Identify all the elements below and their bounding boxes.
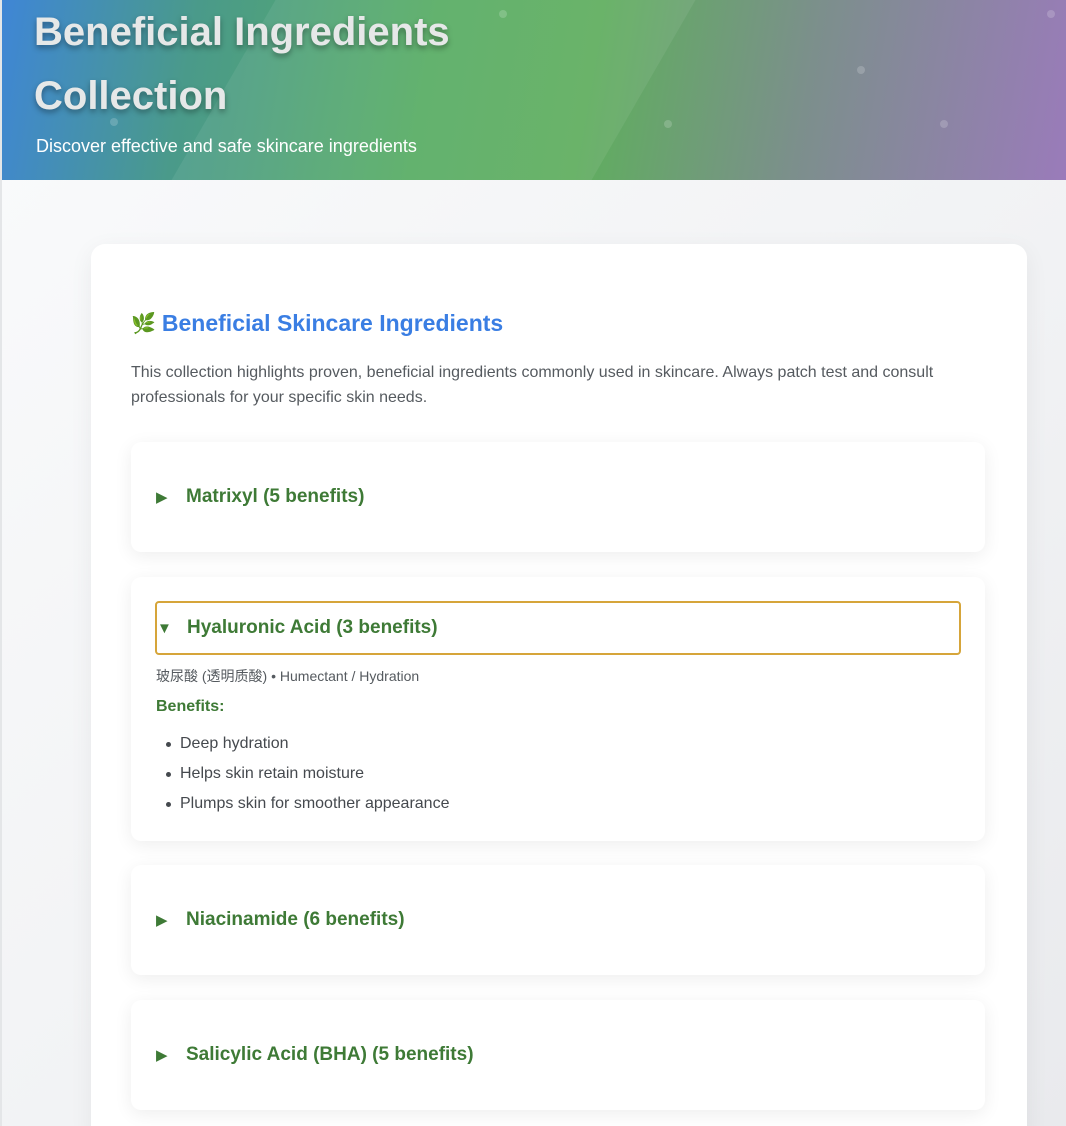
benefits-heading: Benefits:: [156, 698, 225, 715]
ingredient-title: Niacinamide (6 benefits): [186, 909, 405, 930]
collapse-triangle-icon: ▼: [157, 619, 172, 637]
hero-decoration: [940, 120, 948, 128]
page-subtitle: Discover effective and safe skincare ing…: [36, 136, 417, 156]
ingredient-item-salicylic-acid: ▶ Salicylic Acid (BHA) (5 benefits): [131, 1000, 985, 1110]
ingredient-toggle-hyaluronic-acid[interactable]: ▼ Hyaluronic Acid (3 benefits): [155, 601, 961, 655]
hero-decoration: [1047, 10, 1055, 18]
ingredient-toggle-niacinamide[interactable]: ▶ Niacinamide (6 benefits): [156, 893, 962, 947]
ingredient-title: Hyaluronic Acid (3 benefits): [187, 617, 438, 638]
benefit-item: Helps skin retain moisture: [166, 759, 449, 789]
ingredient-toggle-matrixyl[interactable]: ▶ Matrixyl (5 benefits): [156, 470, 962, 524]
expand-triangle-icon: ▶: [156, 489, 168, 506]
hero-banner: Beneficial Ingredients Collection Discov…: [2, 0, 1066, 180]
expand-triangle-icon: ▶: [156, 1047, 168, 1064]
ingredient-title: Salicylic Acid (BHA) (5 benefits): [186, 1044, 474, 1065]
content-card: 🌿 Beneficial Skincare Ingredients This c…: [91, 244, 1027, 1126]
section-title-text: Beneficial Skincare Ingredients: [161, 310, 504, 336]
ingredient-item-niacinamide: ▶ Niacinamide (6 benefits): [131, 865, 985, 975]
benefit-item: Plumps skin for smoother appearance: [166, 789, 449, 819]
ingredient-item-matrixyl: ▶ Matrixyl (5 benefits): [131, 442, 985, 552]
section-title: 🌿 Beneficial Skincare Ingredients: [131, 310, 503, 337]
section-description: This collection highlights proven, benef…: [131, 364, 934, 406]
ingredient-item-hyaluronic-acid: ▼ Hyaluronic Acid (3 benefits) 玻尿酸 (透明质酸…: [131, 577, 985, 841]
leaf-icon: 🌿: [131, 313, 156, 335]
hero-decoration: [857, 66, 865, 74]
page-title: Beneficial Ingredients Collection: [34, 0, 734, 128]
ingredient-toggle-salicylic-acid[interactable]: ▶ Salicylic Acid (BHA) (5 benefits): [156, 1028, 962, 1082]
benefits-list: Deep hydration Helps skin retain moistur…: [166, 729, 449, 819]
page-title-line-2: Collection: [34, 74, 228, 118]
ingredient-meta: 玻尿酸 (透明质酸) • Humectant / Hydration: [156, 668, 420, 684]
ingredient-title: Matrixyl (5 benefits): [186, 486, 365, 507]
page-title-line-1: Beneficial Ingredients: [34, 10, 450, 54]
benefit-item: Deep hydration: [166, 729, 449, 759]
expand-triangle-icon: ▶: [156, 912, 168, 929]
